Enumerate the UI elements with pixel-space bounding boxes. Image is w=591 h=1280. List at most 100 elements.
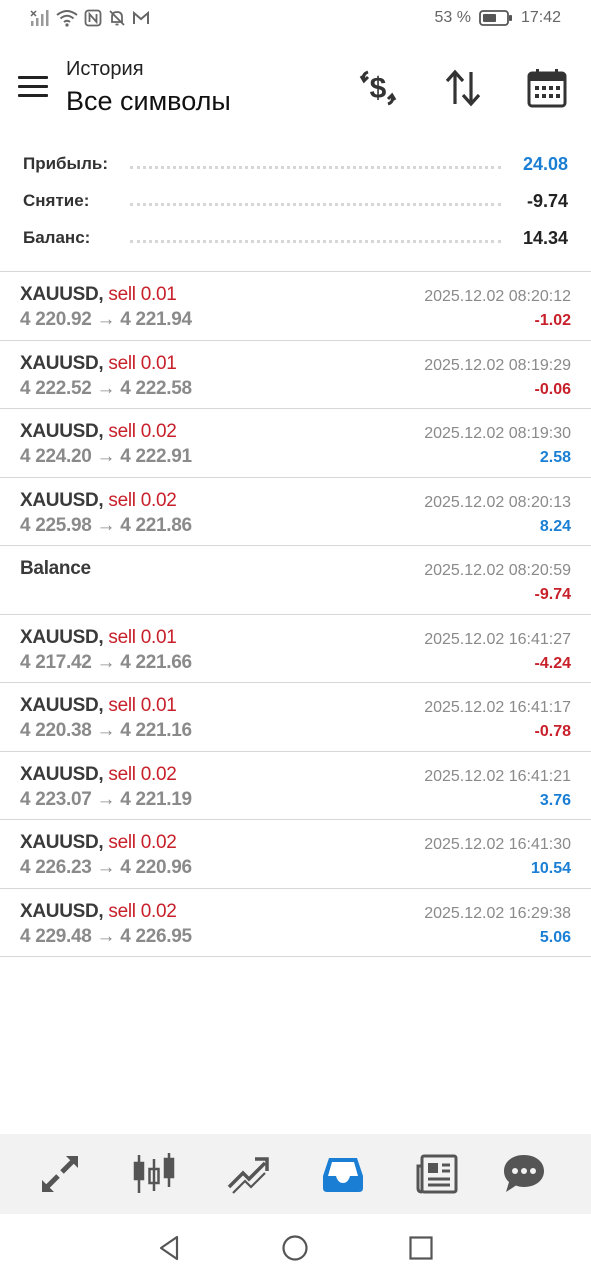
list-item[interactable]: XAUUSD, sell 0.02 4 224.20 → 4 222.91 20…: [0, 409, 591, 478]
quotes-icon[interactable]: [36, 1150, 84, 1198]
deal-prices: 4 223.07 → 4 221.19: [20, 788, 192, 810]
deal-profit: -9.74: [534, 586, 571, 603]
deal-prices: 4 226.23 → 4 220.96: [20, 857, 192, 878]
deal-type: sell 0.01: [108, 695, 177, 716]
deal-symbol: Balance: [20, 558, 91, 579]
deal-type: sell 0.01: [108, 626, 177, 648]
deal-symbol: XAUUSD,: [20, 695, 104, 716]
deal-time: 2025.12.02 16:41:30: [424, 836, 571, 853]
nfc-icon: [84, 9, 102, 27]
currency-exchange-icon[interactable]: $: [354, 64, 402, 112]
deal-time: 2025.12.02 08:20:13: [424, 493, 571, 511]
signal-icon: [30, 10, 49, 26]
withdrawal-value: -9.74: [518, 191, 568, 212]
deal-profit: -1.02: [534, 312, 571, 329]
list-item[interactable]: XAUUSD, sell 0.02 4 225.98 → 4 221.86 20…: [0, 478, 591, 546]
balance-label: Баланс:: [23, 228, 97, 248]
dots-divider: [130, 240, 501, 243]
symbol-filter[interactable]: Все символы: [66, 86, 231, 117]
deal-type: sell 0.02: [108, 900, 177, 922]
deal-profit: 8.24: [539, 517, 571, 535]
balance-row: Баланс: 14.34: [0, 220, 591, 257]
deal-profit: -4.24: [534, 654, 571, 672]
clock: 17:42: [520, 9, 561, 26]
profit-label: Прибыль:: [23, 154, 114, 174]
dots-divider: [130, 166, 501, 169]
deal-time: 2025.12.02 08:19:29: [424, 356, 571, 374]
list-item[interactable]: XAUUSD, sell 0.02 4 229.48 → 4 226.95 20…: [0, 889, 591, 957]
deal-symbol: XAUUSD,: [20, 763, 104, 785]
deal-profit: -0.78: [534, 723, 571, 740]
deal-prices: 4 229.48 → 4 226.95: [20, 925, 192, 947]
deal-time: 2025.12.02 16:29:38: [424, 904, 571, 922]
svg-text:$: $: [370, 72, 387, 105]
list-item[interactable]: XAUUSD, sell 0.01 4 220.38 → 4 221.16 20…: [0, 683, 591, 752]
profit-row: Прибыль: 24.08: [0, 146, 591, 183]
summary: Прибыль: 24.08 Снятие: -9.74 Баланс: 14.…: [0, 146, 591, 257]
deal-symbol: XAUUSD,: [20, 832, 104, 853]
bell-off-icon: [109, 10, 125, 26]
deal-prices: 4 217.42 → 4 221.66: [20, 651, 192, 673]
withdrawal-row: Снятие: -9.74: [0, 183, 591, 220]
deal-time: 2025.12.02 08:20:59: [424, 562, 571, 579]
deal-profit: 5.06: [539, 928, 571, 946]
gmail-icon: [133, 10, 149, 24]
deal-type: sell 0.02: [108, 421, 177, 442]
deal-time: 2025.12.02 16:41:27: [424, 630, 571, 648]
deal-prices: 4 222.52 → 4 222.58: [20, 377, 192, 399]
page-title: История: [66, 58, 144, 80]
status-bar: 53 % 17:42: [0, 0, 591, 42]
news-icon[interactable]: [413, 1150, 461, 1198]
withdrawal-label: Снятие:: [23, 191, 96, 211]
deal-time: 2025.12.02 16:41:17: [424, 699, 571, 716]
wifi-icon: [56, 10, 78, 27]
deal-symbol: XAUUSD,: [20, 900, 104, 922]
deal-symbol: XAUUSD,: [20, 284, 104, 305]
deal-prices: 4 225.98 → 4 221.86: [20, 514, 192, 536]
deal-type: sell 0.01: [108, 284, 177, 305]
system-nav: [0, 1214, 591, 1280]
balance-value: 14.34: [514, 228, 568, 249]
deal-profit: -0.06: [534, 380, 571, 398]
history-icon[interactable]: [319, 1150, 367, 1198]
deals-list: XAUUSD, sell 0.01 4 220.92 → 4 221.94 20…: [0, 271, 591, 957]
profit-value: 24.08: [514, 154, 568, 175]
trade-icon[interactable]: [224, 1150, 272, 1198]
app-header: История Все символы $: [0, 42, 591, 138]
list-item[interactable]: XAUUSD, sell 0.02 4 223.07 → 4 221.19 20…: [0, 752, 591, 820]
deal-symbol: XAUUSD,: [20, 352, 104, 374]
deal-time: 2025.12.02 08:20:12: [424, 288, 571, 305]
status-icons: [30, 9, 150, 27]
list-item[interactable]: Balance 2025.12.02 08:20:59 -9.74: [0, 546, 591, 615]
list-item[interactable]: XAUUSD, sell 0.01 4 217.42 → 4 221.66 20…: [0, 615, 591, 683]
deal-profit: 3.76: [539, 791, 571, 809]
list-item[interactable]: XAUUSD, sell 0.01 4 222.52 → 4 222.58 20…: [0, 341, 591, 409]
sort-icon[interactable]: [439, 64, 487, 112]
deal-prices: 4 220.38 → 4 221.16: [20, 720, 192, 741]
list-item[interactable]: XAUUSD, sell 0.01 4 220.92 → 4 221.94 20…: [0, 272, 591, 341]
deal-type: sell 0.02: [108, 832, 177, 853]
menu-icon[interactable]: [14, 68, 52, 108]
back-icon[interactable]: [154, 1233, 184, 1263]
deal-prices: 4 224.20 → 4 222.91: [20, 446, 192, 467]
calendar-icon[interactable]: [523, 64, 571, 112]
deal-profit: 10.54: [530, 860, 571, 877]
deal-symbol: XAUUSD,: [20, 421, 104, 442]
battery-percent: 53 %: [434, 9, 471, 26]
deal-type: sell 0.01: [108, 352, 177, 374]
deal-prices: 4 220.92 → 4 221.94: [20, 309, 192, 330]
deal-symbol: XAUUSD,: [20, 626, 104, 648]
deal-profit: 2.58: [539, 449, 571, 466]
chart-icon[interactable]: [130, 1150, 178, 1198]
recents-icon[interactable]: [406, 1233, 436, 1263]
bottom-nav: [0, 1134, 591, 1214]
deal-time: 2025.12.02 16:41:21: [424, 767, 571, 785]
deal-type: sell 0.02: [108, 763, 177, 785]
deal-symbol: XAUUSD,: [20, 489, 104, 511]
messages-icon[interactable]: [500, 1150, 548, 1198]
deal-time: 2025.12.02 08:19:30: [424, 425, 571, 442]
dots-divider: [130, 203, 501, 206]
battery-icon: [479, 9, 513, 27]
list-item[interactable]: XAUUSD, sell 0.02 4 226.23 → 4 220.96 20…: [0, 820, 591, 889]
home-icon[interactable]: [280, 1233, 310, 1263]
